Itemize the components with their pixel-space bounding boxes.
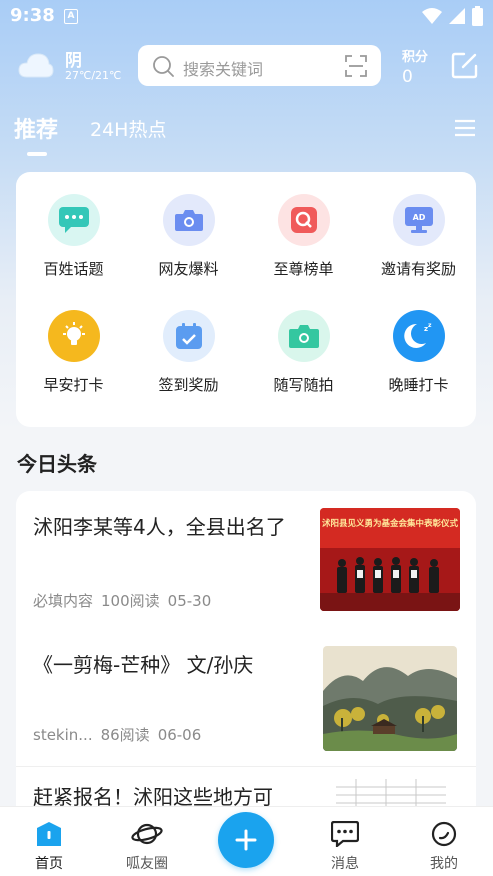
profile-icon [431, 821, 457, 847]
news-item[interactable]: 沭阳李某等4人，全县出名了 必填内容 100阅读 05-30 沭阳县见义勇为基金会集… [16, 491, 476, 631]
nav-label: 我的 [430, 856, 458, 872]
status-time: 9:38 [10, 5, 55, 26]
signal-icon [449, 8, 465, 24]
weather-temperature: 27℃/21℃ [65, 69, 122, 82]
quick-entry-label: 早安打卡 [43, 376, 104, 394]
tab-active-indicator [27, 152, 47, 156]
message-icon [331, 821, 359, 847]
quick-entry-night[interactable]: zz 晚睡打卡 [361, 310, 476, 395]
tab-24h-hot[interactable]: 24H热点 [90, 115, 166, 142]
search-icon [153, 56, 174, 77]
cloud-icon [18, 53, 54, 78]
news-date: 06-06 [157, 726, 202, 744]
section-title: 今日头条 [17, 452, 97, 476]
news-thumbnail[interactable]: 沭阳县见义勇为基金会集中表彰仪式 [320, 508, 460, 611]
quick-entry-topics[interactable]: 百姓话题 [16, 194, 131, 279]
news-meta: 必填内容 100阅读 05-30 [33, 590, 219, 611]
quick-entry-label: 网友爆料 [158, 260, 219, 278]
photo-icon [277, 310, 330, 362]
quick-entry-reports[interactable]: 网友爆料 [131, 194, 246, 279]
search-placeholder: 搜索关键词 [183, 60, 264, 79]
notification-a-icon: A [64, 9, 78, 24]
weather-widget[interactable]: 阴 27℃/21℃ [18, 44, 133, 88]
quick-entry-label: 晚睡打卡 [388, 376, 449, 394]
news-meta: stekin... 86阅读 06-06 [33, 724, 209, 745]
news-source: 必填内容 [33, 592, 94, 610]
nav-label: 首页 [35, 856, 63, 872]
quick-entry-grid: 百姓话题 网友爆料 至尊榜单 AD 邀请有奖励 早安打卡 签到奖励 随写随拍 z… [16, 172, 476, 427]
battery-icon [472, 6, 483, 26]
news-thumbnail[interactable] [323, 646, 457, 751]
svg-text:z: z [428, 322, 432, 329]
banner-text: 沭阳县见义勇为基金会集中表彰仪式 [322, 518, 459, 529]
calendar-icon [162, 310, 215, 362]
points-widget[interactable]: 积分 0 [402, 46, 428, 87]
news-source: stekin... [33, 726, 93, 744]
nav-messages[interactable]: 消息 [305, 807, 385, 873]
ad-icon: AD [392, 194, 445, 246]
quick-entry-label: 邀请有奖励 [380, 260, 456, 278]
wifi-icon [422, 8, 442, 24]
weather-condition: 阴 [65, 51, 82, 71]
quick-entry-label: 签到奖励 [158, 376, 219, 394]
ranking-icon [277, 194, 330, 246]
quick-entry-label: 至尊榜单 [273, 260, 334, 278]
quick-entry-label: 百姓话题 [43, 260, 104, 278]
home-icon [37, 822, 61, 846]
planet-icon [131, 823, 163, 845]
moon-icon: zz [392, 310, 445, 362]
search-input[interactable]: 搜索关键词 [138, 45, 381, 86]
nav-home[interactable]: 首页 [9, 807, 89, 873]
plus-icon [235, 829, 257, 851]
news-item[interactable]: 《一剪梅-芒种》 文/孙庆 stekin... 86阅读 06-06 [16, 631, 476, 766]
news-title[interactable]: 沭阳李某等4人，全县出名了 [33, 511, 303, 543]
scan-icon[interactable] [345, 55, 367, 77]
news-title[interactable]: 《一剪梅-芒种》 文/孙庆 [33, 649, 303, 681]
chat-icon [47, 194, 100, 246]
quick-entry-checkin[interactable]: 签到奖励 [131, 310, 246, 395]
status-indicators [422, 6, 483, 26]
camera-icon [162, 194, 215, 246]
nav-label: 呱友圈 [126, 856, 168, 872]
news-list: 沭阳李某等4人，全县出名了 必填内容 100阅读 05-30 沭阳县见义勇为基金会集… [16, 491, 476, 821]
quick-entry-label: 随写随拍 [273, 376, 334, 394]
nav-profile[interactable]: 我的 [404, 807, 484, 873]
news-reads: 100阅读 [101, 592, 160, 610]
tab-recommend[interactable]: 推荐 [14, 112, 58, 144]
nav-label: 消息 [331, 856, 359, 872]
points-value: 0 [402, 67, 413, 87]
nav-circle[interactable]: 呱友圈 [107, 807, 187, 873]
bulb-icon [47, 310, 100, 362]
svg-text:AD: AD [412, 213, 425, 222]
news-date: 05-30 [167, 592, 212, 610]
quick-entry-invite[interactable]: AD 邀请有奖励 [361, 194, 476, 279]
quick-entry-write-shoot[interactable]: 随写随拍 [246, 310, 361, 395]
points-label: 积分 [402, 50, 429, 65]
quick-entry-morning[interactable]: 早安打卡 [16, 310, 131, 395]
publish-button[interactable] [218, 812, 274, 868]
news-reads: 86阅读 [100, 726, 150, 744]
quick-entry-ranking[interactable]: 至尊榜单 [246, 194, 361, 279]
edit-icon[interactable] [451, 51, 479, 79]
status-bar: 9:38 A [0, 0, 493, 34]
menu-icon[interactable] [455, 119, 475, 137]
